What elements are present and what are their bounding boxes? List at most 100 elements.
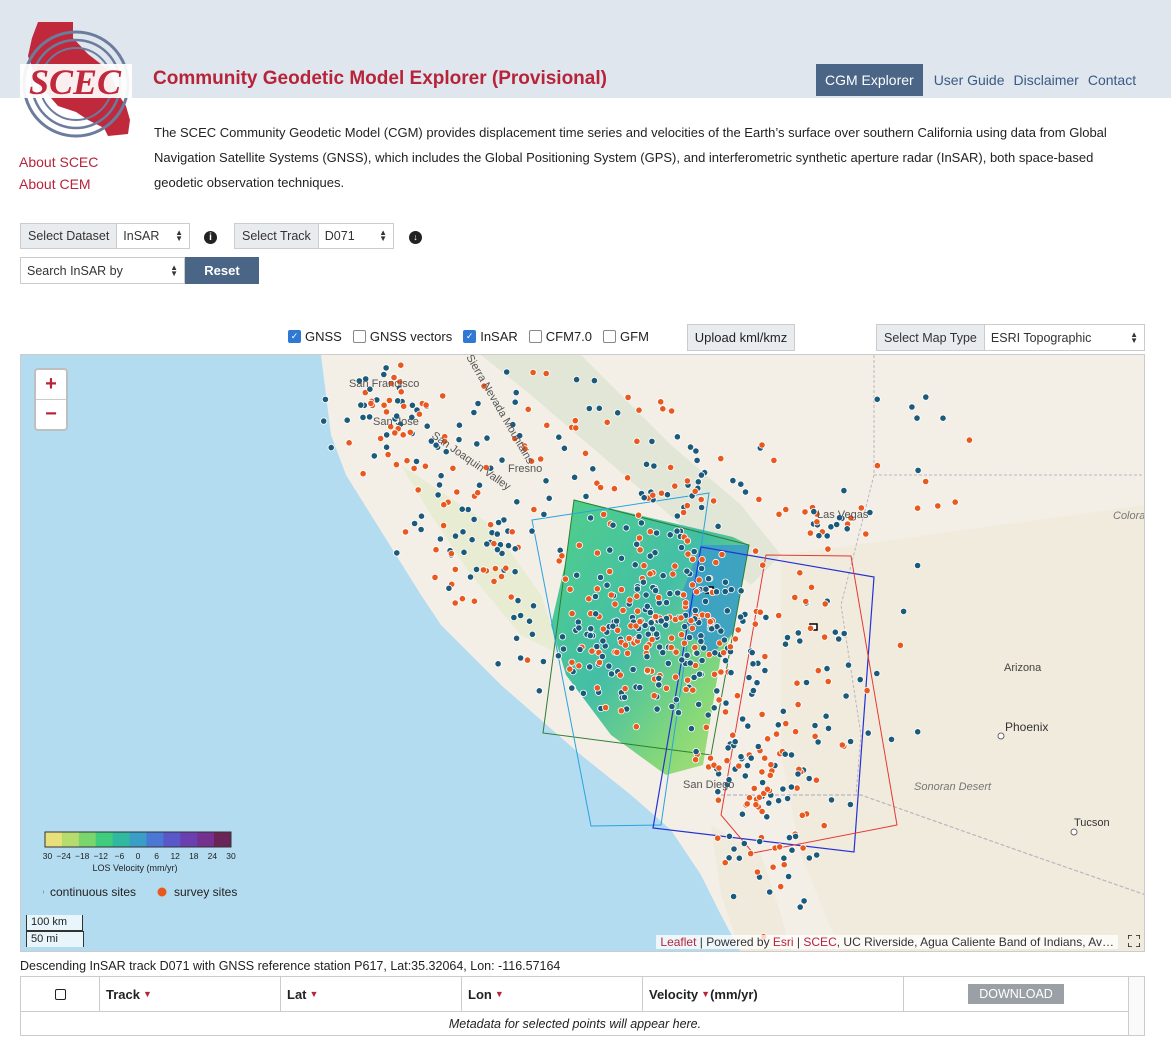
survey-site-marker[interactable]: [588, 647, 596, 655]
survey-site-marker[interactable]: [657, 489, 666, 497]
continuous-site-marker[interactable]: [646, 608, 654, 617]
survey-site-marker[interactable]: [751, 547, 760, 555]
survey-site-marker[interactable]: [766, 771, 774, 779]
survey-site-marker[interactable]: [391, 429, 399, 437]
sort-caret-icon[interactable]: ▼: [310, 989, 319, 999]
survey-site-marker[interactable]: [688, 624, 697, 632]
continuous-site-marker[interactable]: [737, 753, 745, 761]
survey-site-marker[interactable]: [593, 684, 601, 692]
survey-site-marker[interactable]: [688, 581, 697, 589]
survey-site-marker[interactable]: [474, 489, 482, 497]
continuous-site-marker[interactable]: [651, 587, 660, 595]
continuous-site-marker[interactable]: [642, 460, 651, 468]
survey-site-marker[interactable]: [706, 618, 714, 626]
zoom-out-button[interactable]: −: [36, 400, 66, 429]
continuous-site-marker[interactable]: [365, 413, 374, 421]
continuous-site-marker[interactable]: [620, 693, 629, 701]
layer-gfm[interactable]: GFM: [603, 329, 649, 344]
continuous-site-marker[interactable]: [650, 462, 658, 470]
survey-site-marker[interactable]: [734, 626, 742, 634]
continuous-site-marker[interactable]: [694, 478, 702, 486]
continuous-site-marker[interactable]: [754, 742, 762, 751]
continuous-site-marker[interactable]: [663, 491, 672, 499]
continuous-site-marker[interactable]: [603, 581, 611, 589]
survey-site-marker[interactable]: [777, 882, 785, 891]
survey-site-marker[interactable]: [614, 626, 622, 634]
survey-site-marker[interactable]: [623, 474, 632, 482]
continuous-site-marker[interactable]: [382, 443, 391, 451]
continuous-site-marker[interactable]: [321, 395, 329, 404]
continuous-site-marker[interactable]: [704, 575, 713, 583]
continuous-site-marker[interactable]: [697, 503, 706, 512]
survey-site-marker[interactable]: [723, 756, 731, 765]
continuous-site-marker[interactable]: [586, 631, 594, 640]
reset-button[interactable]: Reset: [185, 257, 259, 284]
survey-site-marker[interactable]: [376, 434, 385, 443]
survey-site-marker[interactable]: [753, 868, 762, 876]
continuous-site-marker[interactable]: [887, 735, 896, 743]
continuous-site-marker[interactable]: [370, 452, 378, 460]
survey-site-marker[interactable]: [806, 529, 815, 537]
continuous-site-marker[interactable]: [697, 564, 706, 573]
continuous-site-marker[interactable]: [494, 518, 503, 527]
continuous-site-marker[interactable]: [380, 370, 388, 379]
continuous-site-marker[interactable]: [864, 729, 872, 737]
continuous-site-marker[interactable]: [382, 364, 390, 372]
survey-site-marker[interactable]: [729, 731, 737, 739]
continuous-site-marker[interactable]: [607, 670, 616, 678]
continuous-site-marker[interactable]: [636, 683, 644, 692]
survey-site-marker[interactable]: [502, 564, 510, 572]
continuous-site-marker[interactable]: [657, 617, 665, 625]
survey-site-marker[interactable]: [458, 595, 466, 603]
continuous-site-marker[interactable]: [514, 597, 522, 605]
survey-site-marker[interactable]: [652, 612, 660, 621]
continuous-site-marker[interactable]: [721, 578, 730, 586]
continuous-site-marker[interactable]: [842, 692, 850, 700]
survey-site-marker[interactable]: [695, 576, 703, 584]
continuous-site-marker[interactable]: [394, 397, 402, 405]
continuous-site-marker[interactable]: [796, 637, 804, 645]
survey-site-marker[interactable]: [593, 549, 602, 557]
continuous-site-marker[interactable]: [802, 678, 811, 687]
continuous-site-marker[interactable]: [647, 619, 655, 627]
survey-site-marker[interactable]: [529, 368, 537, 377]
track-select[interactable]: Select Track D071 ▲ ▼: [234, 223, 394, 249]
survey-site-marker[interactable]: [811, 732, 819, 740]
survey-site-marker[interactable]: [752, 801, 760, 809]
continuous-site-marker[interactable]: [873, 395, 881, 403]
col-lon[interactable]: Lon ▼: [462, 977, 643, 1011]
continuous-site-marker[interactable]: [783, 794, 792, 803]
continuous-site-marker[interactable]: [846, 737, 855, 746]
survey-site-marker[interactable]: [667, 634, 676, 642]
continuous-site-marker[interactable]: [582, 492, 590, 500]
survey-site-marker[interactable]: [593, 585, 601, 593]
continuous-site-marker[interactable]: [779, 707, 787, 715]
continuous-site-marker[interactable]: [683, 567, 691, 575]
survey-site-marker[interactable]: [603, 418, 611, 426]
continuous-site-marker[interactable]: [729, 477, 737, 485]
survey-site-marker[interactable]: [965, 436, 974, 444]
continuous-site-marker[interactable]: [774, 721, 782, 729]
continuous-site-marker[interactable]: [788, 846, 796, 854]
continuous-site-marker[interactable]: [591, 592, 600, 601]
survey-site-marker[interactable]: [683, 502, 691, 510]
survey-site-marker[interactable]: [759, 561, 767, 569]
survey-site-marker[interactable]: [655, 593, 663, 602]
continuous-site-marker[interactable]: [824, 724, 833, 732]
survey-site-marker[interactable]: [780, 861, 788, 869]
continuous-site-marker[interactable]: [681, 622, 689, 631]
survey-site-marker[interactable]: [796, 569, 804, 577]
survey-site-marker[interactable]: [683, 477, 692, 485]
continuous-site-marker[interactable]: [393, 549, 401, 557]
continuous-site-marker[interactable]: [596, 573, 605, 581]
survey-site-marker[interactable]: [451, 565, 459, 573]
continuous-site-marker[interactable]: [576, 645, 584, 654]
survey-site-marker[interactable]: [585, 595, 593, 603]
continuous-site-marker[interactable]: [572, 375, 581, 384]
continuous-site-marker[interactable]: [687, 724, 696, 733]
continuous-site-marker[interactable]: [840, 487, 848, 495]
survey-site-marker[interactable]: [763, 735, 772, 743]
survey-site-marker[interactable]: [667, 407, 676, 415]
survey-site-marker[interactable]: [601, 703, 610, 712]
continuous-site-marker[interactable]: [475, 481, 484, 489]
